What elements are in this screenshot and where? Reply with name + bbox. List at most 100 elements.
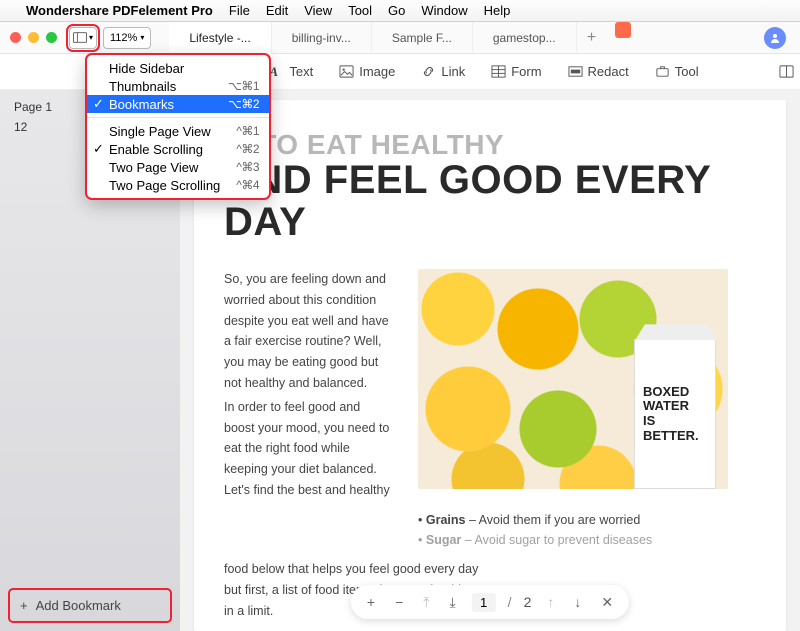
zoom-out-button[interactable]: − xyxy=(391,594,407,610)
redact-icon xyxy=(568,64,583,79)
menu-single-page[interactable]: Single Page View ^⌘1 xyxy=(87,122,269,140)
tab-label: gamestop... xyxy=(493,31,556,45)
app-grid-icon[interactable] xyxy=(615,22,631,38)
user-avatar[interactable] xyxy=(764,27,786,49)
panel-icon xyxy=(73,32,87,43)
document-viewport[interactable]: W TO EAT HEALTHY AND FEEL GOOD EVERY DAY… xyxy=(180,90,800,631)
menu-shortcut: ⌥⌘2 xyxy=(228,97,259,111)
book-icon xyxy=(779,64,794,79)
last-page-button[interactable]: ⤓ xyxy=(445,594,459,611)
tool-redact[interactable]: Redact xyxy=(568,64,629,79)
menu-shortcut: ^⌘2 xyxy=(236,142,259,156)
doc-right-column: BOXED WATER IS BETTER. • Grains – Avoid … xyxy=(418,269,756,553)
next-page-button[interactable]: ↓ xyxy=(570,594,585,610)
menu-help[interactable]: Help xyxy=(484,3,511,18)
hero-image: BOXED WATER IS BETTER. xyxy=(418,269,728,489)
tool-reader-view[interactable] xyxy=(779,64,794,79)
chevron-down-icon: ▾ xyxy=(140,33,144,42)
bullet-grains: • Grains – Avoid them if you are worried xyxy=(418,513,756,527)
menu-window[interactable]: Window xyxy=(421,3,467,18)
prev-page-button[interactable]: ↑ xyxy=(543,594,558,610)
new-tab-button[interactable]: + xyxy=(577,22,607,54)
doc-para2a: In order to feel good and boost your moo… xyxy=(224,397,394,500)
menu-label: Bookmarks xyxy=(109,97,174,112)
person-icon xyxy=(769,32,781,44)
close-navigator-button[interactable]: ✕ xyxy=(597,594,617,611)
page-current-input[interactable] xyxy=(472,593,496,612)
tab-label: billing-inv... xyxy=(292,31,351,45)
page-slash: / xyxy=(508,594,512,610)
menu-thumbnails[interactable]: Thumbnails ⌥⌘1 xyxy=(87,77,269,95)
link-icon xyxy=(421,64,436,79)
add-bookmark-label: Add Bookmark xyxy=(36,598,121,613)
tab-label: Lifestyle -... xyxy=(189,31,250,45)
tool-image[interactable]: Image xyxy=(339,64,395,79)
tool-text[interactable]: A Text xyxy=(269,64,313,79)
sidebar-spacer xyxy=(0,150,180,580)
sidebar-panel-button[interactable]: ▾ xyxy=(69,27,97,49)
carton-top xyxy=(635,324,717,340)
add-bookmark-button[interactable]: + Add Bookmark xyxy=(10,590,170,621)
menu-file[interactable]: File xyxy=(229,3,250,18)
bullet-text: – Avoid sugar to prevent diseases xyxy=(461,533,652,547)
zoom-value: 112% xyxy=(110,32,137,44)
mac-menubar: Wondershare PDFelement Pro File Edit Vie… xyxy=(0,0,800,22)
menu-two-page[interactable]: Two Page View ^⌘3 xyxy=(87,158,269,176)
tab-sample[interactable]: Sample F... xyxy=(372,22,473,54)
text-icon: A xyxy=(269,64,284,79)
tool-label: Form xyxy=(511,64,541,79)
check-icon: ✓ xyxy=(93,96,104,112)
menu-shortcut: ^⌘3 xyxy=(236,160,259,174)
bullet-text: – Avoid them if you are worried xyxy=(465,513,640,527)
menu-hide-sidebar[interactable]: Hide Sidebar xyxy=(87,59,269,77)
tab-gamestop[interactable]: gamestop... xyxy=(473,22,577,54)
tool-label: Image xyxy=(359,64,395,79)
toolbox-icon xyxy=(655,64,670,79)
menu-shortcut: ^⌘4 xyxy=(236,178,259,192)
minimize-window-button[interactable] xyxy=(28,32,39,43)
menu-shortcut: ^⌘1 xyxy=(236,124,259,138)
menu-label: Thumbnails xyxy=(109,79,176,94)
pdf-page: W TO EAT HEALTHY AND FEEL GOOD EVERY DAY… xyxy=(194,100,786,631)
tool-label: Redact xyxy=(588,64,629,79)
menu-label: Enable Scrolling xyxy=(109,142,203,157)
page-total: 2 xyxy=(524,594,532,610)
carton-text: IS xyxy=(643,414,655,429)
tool-label: Text xyxy=(289,64,313,79)
menu-view[interactable]: View xyxy=(304,3,332,18)
menu-go[interactable]: Go xyxy=(388,3,405,18)
carton-graphic: BOXED WATER IS BETTER. xyxy=(634,339,716,489)
menu-label: Two Page Scrolling xyxy=(109,178,220,193)
tool-tool[interactable]: Tool xyxy=(655,64,699,79)
chevron-down-icon: ▾ xyxy=(89,33,93,42)
tab-lifestyle[interactable]: Lifestyle -... xyxy=(169,22,271,54)
tool-link[interactable]: Link xyxy=(421,64,465,79)
tab-label: Sample F... xyxy=(392,31,452,45)
plus-icon: + xyxy=(20,598,28,613)
app-name[interactable]: Wondershare PDFelement Pro xyxy=(26,3,213,18)
zoom-in-button[interactable]: + xyxy=(363,594,379,610)
zoom-window-button[interactable] xyxy=(46,32,57,43)
zoom-select[interactable]: 112% ▾ xyxy=(103,27,151,49)
menu-tool[interactable]: Tool xyxy=(348,3,372,18)
page-navigator: + − ⤒ ⤓ / 2 ↑ ↓ ✕ xyxy=(351,585,629,619)
tool-form[interactable]: Form xyxy=(491,64,541,79)
menu-edit[interactable]: Edit xyxy=(266,3,288,18)
carton-text: BOXED xyxy=(643,385,689,400)
tool-label: Link xyxy=(441,64,465,79)
tab-billing[interactable]: billing-inv... xyxy=(272,22,372,54)
image-icon xyxy=(339,64,354,79)
doc-para1: So, you are feeling down and worried abo… xyxy=(224,269,394,393)
bullet-bold: Sugar xyxy=(426,533,461,547)
bullet-bold: Grains xyxy=(426,513,466,527)
first-page-button[interactable]: ⤒ xyxy=(419,594,433,611)
sidebar-panel-menu: Hide Sidebar Thumbnails ⌥⌘1 ✓ Bookmarks … xyxy=(86,54,270,199)
tool-label: Tool xyxy=(675,64,699,79)
menu-label: Two Page View xyxy=(109,160,198,175)
close-window-button[interactable] xyxy=(10,32,21,43)
menu-bookmarks[interactable]: ✓ Bookmarks ⌥⌘2 xyxy=(87,95,269,113)
doc-heading-2: AND FEEL GOOD EVERY DAY xyxy=(224,159,756,243)
menu-two-page-scrolling[interactable]: Two Page Scrolling ^⌘4 xyxy=(87,176,269,194)
menu-label: Single Page View xyxy=(109,124,211,139)
menu-enable-scrolling[interactable]: ✓ Enable Scrolling ^⌘2 xyxy=(87,140,269,158)
